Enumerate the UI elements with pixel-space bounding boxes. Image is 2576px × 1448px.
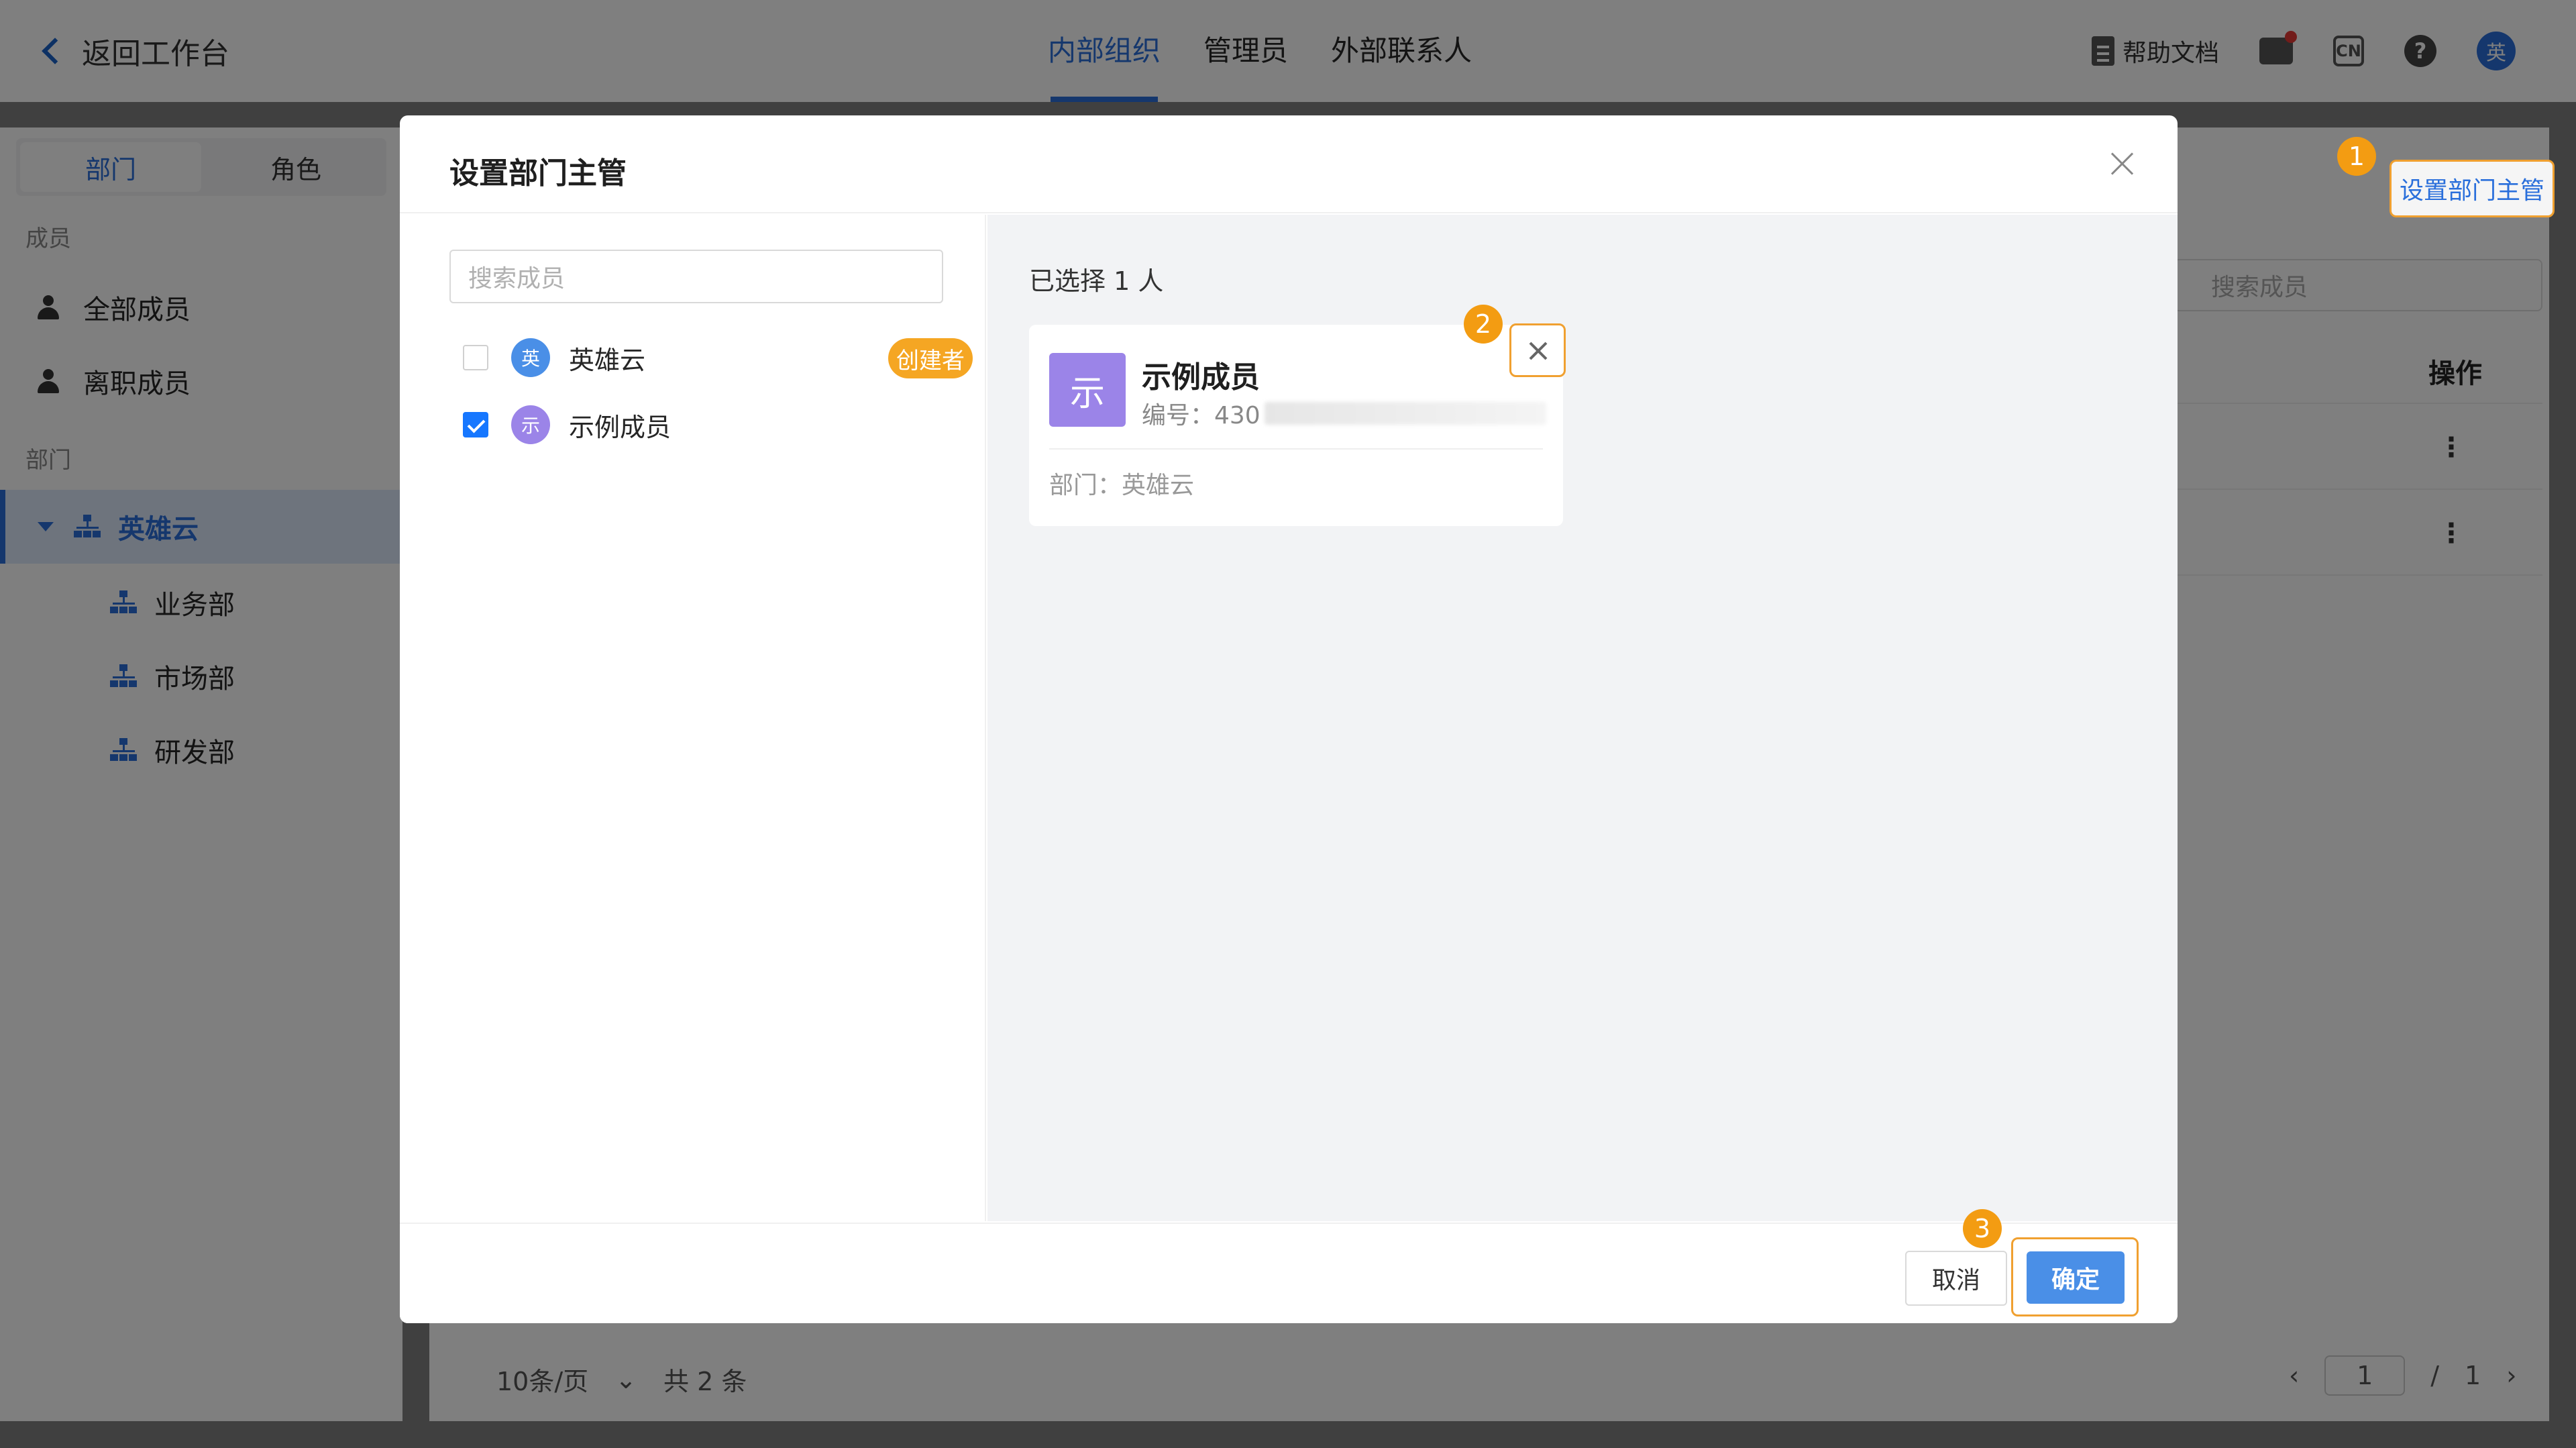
- selected-member-dept: 部门：英雄云: [1049, 472, 1195, 499]
- dialog-title: 设置部门主管: [449, 156, 627, 191]
- member-name: 示例成员: [569, 412, 672, 442]
- member-id-label: 编号：430: [1142, 402, 1260, 429]
- selected-members-pane: 已选择 1 人 示 示例成员 编号：430 部门：英雄云: [987, 215, 2178, 1221]
- set-dept-manager-button-highlighted[interactable]: 设置部门主管: [2390, 160, 2555, 217]
- step-badge-1: 1: [2337, 137, 2376, 176]
- creator-badge: 创建者: [888, 338, 973, 378]
- selected-member-id: 编号：430: [1142, 396, 1546, 431]
- member-name: 英雄云: [569, 345, 646, 375]
- avatar: 示: [511, 405, 550, 444]
- close-icon: [1527, 340, 1550, 362]
- selected-member-card: 示 示例成员 编号：430 部门：英雄云: [1029, 325, 1563, 526]
- selected-count: 已选择 1 人: [1029, 266, 1164, 296]
- remove-selected-member-button[interactable]: [1509, 323, 1566, 377]
- dialog-header: 设置部门主管: [400, 115, 2178, 213]
- cancel-button[interactable]: 取消: [1905, 1251, 2007, 1306]
- member-picker-pane: 搜索成员 英 英雄云 创建者 示 示例成员: [400, 215, 986, 1221]
- member-option[interactable]: 示 示例成员: [463, 401, 973, 448]
- dialog-search-input[interactable]: 搜索成员: [449, 250, 943, 303]
- redacted-id: [1264, 402, 1546, 425]
- card-divider: [1049, 448, 1543, 450]
- avatar: 英: [511, 338, 550, 377]
- ok-button[interactable]: 确定: [2027, 1251, 2125, 1304]
- set-dept-manager-dialog: 设置部门主管 搜索成员 英 英雄云 创建者 示 示例成员 已选择 1 人 示 示…: [400, 115, 2178, 1323]
- selected-member-name: 示例成员: [1142, 360, 1260, 395]
- ok-button-highlight: 确定: [2011, 1237, 2139, 1316]
- member-checkbox-checked[interactable]: [463, 412, 488, 437]
- member-checkbox[interactable]: [463, 345, 488, 370]
- step-badge-3: 3: [1963, 1209, 2002, 1248]
- dialog-footer: 取消 确定: [400, 1223, 2178, 1323]
- avatar: 示: [1049, 353, 1126, 427]
- step-badge-2: 2: [1464, 305, 1503, 344]
- close-icon[interactable]: [2108, 149, 2137, 178]
- member-option[interactable]: 英 英雄云 创建者: [463, 334, 973, 381]
